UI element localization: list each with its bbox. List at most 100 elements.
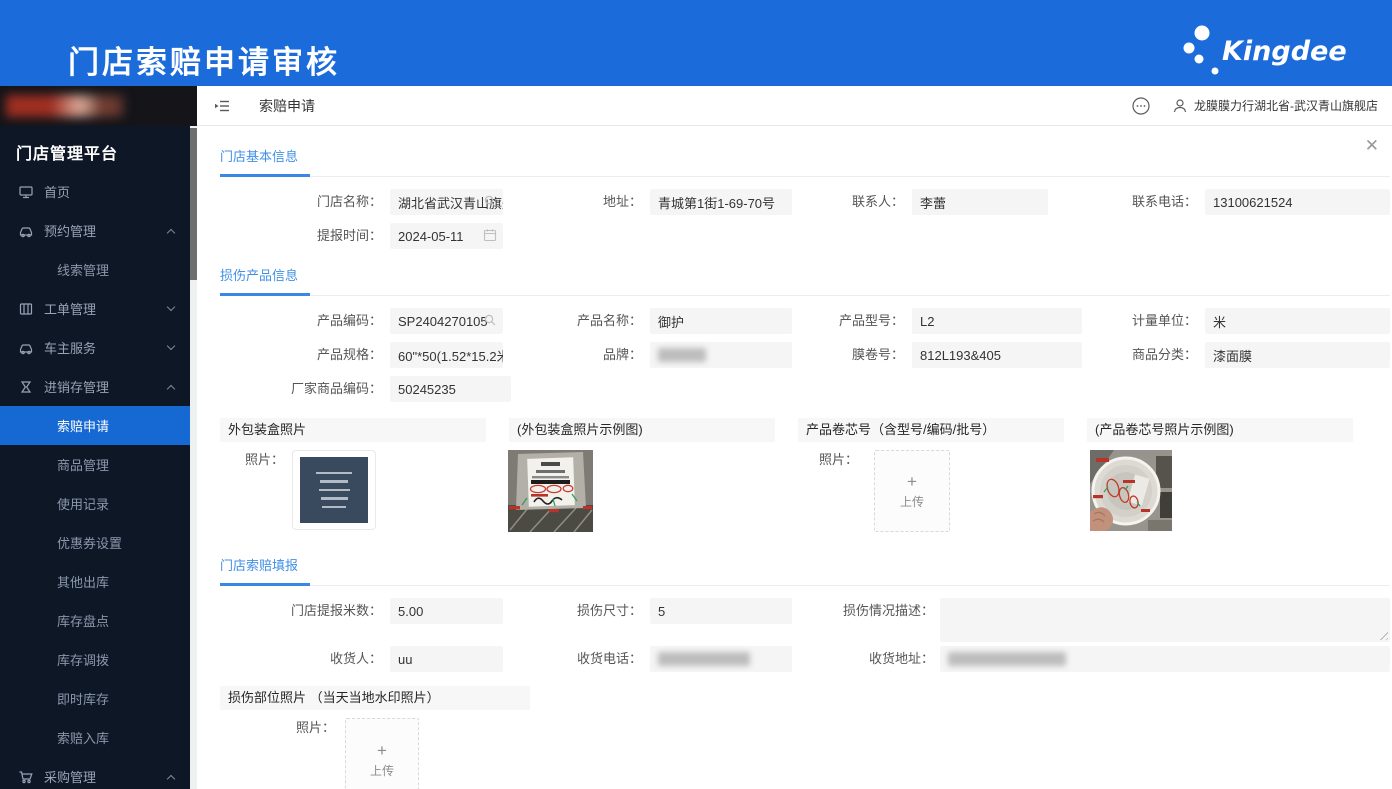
field-label: 损伤情况描述： xyxy=(842,603,934,618)
field-value: SP2404270105 xyxy=(398,313,488,329)
blurred-logo-image xyxy=(6,95,124,117)
user-menu[interactable]: 龙膜膜力行湖北省-武汉青山旗舰店 xyxy=(1172,97,1378,114)
field-value: 812L193&405 xyxy=(920,347,1001,363)
sidebar-item-stock-transfer[interactable]: 库存调拨 xyxy=(0,640,190,679)
field-label: 商品分类： xyxy=(1131,347,1197,362)
factory-code-input[interactable]: 50245235 xyxy=(390,376,511,402)
field-label: 提报时间： xyxy=(316,228,382,243)
damage-size-input[interactable]: 5 xyxy=(650,598,792,624)
photo-label: 照片： xyxy=(244,452,284,467)
sidebar-item-workorder[interactable]: 工单管理 xyxy=(0,289,190,328)
sidebar-item-label: 库存调拨 xyxy=(57,653,110,668)
reported-meters-input[interactable]: 5.00 xyxy=(390,598,503,624)
section-title: 门店基本信息 xyxy=(220,146,311,177)
product-name-input[interactable]: 御护 xyxy=(650,308,792,334)
receiver-phone-input[interactable] xyxy=(650,646,792,672)
sidebar-item-label: 库存盘点 xyxy=(57,614,110,629)
address-input[interactable]: 青城第1街1-69-70号 xyxy=(650,189,792,215)
scrollbar-cap xyxy=(190,86,197,126)
receiver-input[interactable]: uu xyxy=(390,646,503,672)
sidebar-item-home[interactable]: 首页 xyxy=(0,172,190,211)
page-title: 门店索赔申请审核 xyxy=(68,45,340,81)
photo-header-roll-core-example: (产品卷芯号照片示例图) xyxy=(1087,418,1353,442)
brand-input[interactable] xyxy=(650,342,792,368)
sidebar-item-product-mgmt[interactable]: 商品管理 xyxy=(0,445,190,484)
sidebar-menu: 首页 预约管理 线索管理 工单管理 车主服务 进销存管理 索赔申请 商品管理 使… xyxy=(0,172,190,789)
photo-label: 照片： xyxy=(818,452,858,467)
close-icon[interactable]: ✕ xyxy=(1365,137,1379,154)
upload-label: 上传 xyxy=(369,763,394,778)
field-value: 60"*50(1.52*15.2米) xyxy=(398,348,503,364)
sidebar-item-usage-records[interactable]: 使用记录 xyxy=(0,484,190,523)
field-label: 门店名称： xyxy=(316,194,382,209)
sidebar-item-reservation[interactable]: 预约管理 xyxy=(0,211,190,250)
field-value: 漆面膜 xyxy=(1213,348,1253,364)
sidebar-item-label: 首页 xyxy=(44,185,71,200)
sidebar-item-inventory[interactable]: 进销存管理 xyxy=(0,367,190,406)
product-code-input[interactable]: SP2404270105 xyxy=(390,308,503,334)
sidebar-item-label: 车主服务 xyxy=(44,341,97,356)
uploaded-photo xyxy=(300,457,368,523)
product-model-input[interactable]: L2 xyxy=(912,308,1082,334)
sidebar-item-purchase-mgmt[interactable]: 采购管理 xyxy=(0,757,190,789)
outer-box-photo-thumbnail[interactable] xyxy=(292,450,376,530)
field-value: L2 xyxy=(920,313,935,329)
sidebar-item-label: 即时库存 xyxy=(57,692,110,707)
upload-label: 上传 xyxy=(899,494,924,509)
user-name: 龙膜膜力行湖北省-武汉青山旗舰店 xyxy=(1194,99,1378,113)
message-icon[interactable] xyxy=(1130,95,1152,117)
photo-header-damage-area: 损伤部位照片 （当天当地水印照片） xyxy=(220,686,530,710)
person-icon xyxy=(1173,98,1187,112)
field-label: 地址： xyxy=(602,194,642,209)
roll-core-photo-upload[interactable]: + 上传 xyxy=(874,450,950,532)
field-label: 门店提报米数： xyxy=(290,603,382,618)
field-label: 厂家商品编码： xyxy=(290,381,382,396)
sidebar-item-claim-inbound[interactable]: 索赔入库 xyxy=(0,718,190,757)
blurred-phone-value xyxy=(658,652,750,666)
cart-icon xyxy=(19,770,33,783)
field-value: 米 xyxy=(1213,314,1227,330)
section-title: 损伤产品信息 xyxy=(220,265,311,296)
sidebar: 门店管理平台 首页 预约管理 线索管理 工单管理 车主服务 进销存管理 索赔申请… xyxy=(0,86,190,789)
unit-input[interactable]: 米 xyxy=(1205,308,1390,334)
field-label: 计量单位： xyxy=(1131,313,1197,328)
sidebar-item-other-outbound[interactable]: 其他出库 xyxy=(0,562,190,601)
field-label: 收货地址： xyxy=(868,651,934,666)
sidebar-item-label: 采购管理 xyxy=(44,770,97,785)
sidebar-item-label: 索赔申请 xyxy=(57,419,110,434)
section-damaged-product-info: 损伤产品信息 xyxy=(220,265,1390,296)
collapse-menu-icon[interactable] xyxy=(212,96,232,116)
sidebar-logo xyxy=(0,86,190,126)
sidebar-item-owner-service[interactable]: 车主服务 xyxy=(0,328,190,367)
field-label: 品牌： xyxy=(602,347,642,362)
field-label: 联系电话： xyxy=(1131,194,1197,209)
contact-phone-input[interactable]: 13100621524 xyxy=(1205,189,1390,215)
sidebar-item-stock-count[interactable]: 库存盘点 xyxy=(0,601,190,640)
damage-photo-upload[interactable]: + 上传 xyxy=(345,718,419,789)
sidebar-item-leads[interactable]: 线索管理 xyxy=(0,250,190,289)
photo-header-outer-box-example: (外包装盒照片示例图) xyxy=(509,418,775,442)
category-input[interactable]: 漆面膜 xyxy=(1205,342,1390,368)
photo-header-roll-core: 产品卷芯号（含型号/编码/批号） xyxy=(798,418,1064,442)
chevron-down-icon xyxy=(166,341,176,351)
claim-form-panel: ✕ 门店基本信息 门店名称： 湖北省武汉青山旗舰店 地址： 青城第1街1-69-… xyxy=(197,126,1392,789)
sidebar-item-label: 商品管理 xyxy=(57,458,110,473)
sidebar-item-realtime-stock[interactable]: 即时库存 xyxy=(0,679,190,718)
field-value: 13100621524 xyxy=(1213,194,1293,210)
contact-input[interactable]: 李蕾 xyxy=(912,189,1048,215)
sidebar-item-coupon-settings[interactable]: 优惠券设置 xyxy=(0,523,190,562)
receiver-address-input[interactable] xyxy=(940,646,1390,672)
platform-title: 门店管理平台 xyxy=(16,146,119,163)
sidebar-item-claim-application[interactable]: 索赔申请 xyxy=(0,406,190,445)
sidebar-scrollbar-thumb[interactable] xyxy=(190,128,197,280)
sidebar-item-label: 预约管理 xyxy=(44,224,97,239)
field-value: uu xyxy=(398,651,413,667)
roll-number-input[interactable]: 812L193&405 xyxy=(912,342,1082,368)
damage-description-textarea[interactable] xyxy=(940,598,1390,642)
sidebar-item-label: 工单管理 xyxy=(44,302,97,317)
sidebar-item-label: 使用记录 xyxy=(57,497,110,512)
product-spec-input[interactable]: 60"*50(1.52*15.2米) xyxy=(390,342,503,368)
field-label: 产品型号： xyxy=(838,313,904,328)
store-name-input[interactable]: 湖北省武汉青山旗舰店 xyxy=(390,189,503,215)
report-date-input[interactable]: 2024-05-11 xyxy=(390,223,503,249)
